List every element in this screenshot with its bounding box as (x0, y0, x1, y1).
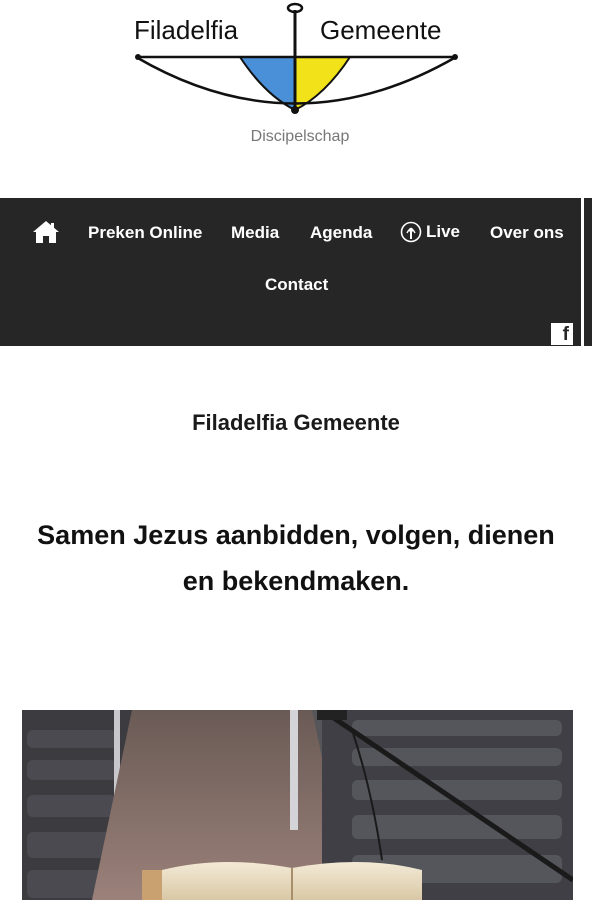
site-header: Filadelfia Gemeente Discipelschap (0, 0, 592, 198)
nav-item-over-ons[interactable]: Over ons (490, 223, 564, 243)
podcast-icon (400, 221, 422, 243)
hero-image (22, 710, 573, 900)
nav-item-label: Media (231, 223, 280, 242)
nav-item-agenda[interactable]: Agenda (310, 223, 372, 243)
site-logo[interactable]: Filadelfia Gemeente Discipelschap (130, 0, 470, 160)
scroll-edge (584, 198, 592, 346)
slogan-heading: Samen Jezus aanbidden, volgen, dienen en… (37, 520, 555, 596)
main-navigation (0, 198, 581, 346)
logo-text-right: Gemeente (320, 15, 442, 45)
nav-item-label: Live (426, 222, 461, 241)
facebook-icon[interactable]: f (551, 323, 573, 345)
nav-item-label: Contact (265, 275, 329, 294)
nav-item-label: Agenda (310, 223, 373, 242)
nav-item-label: Preken Online (88, 223, 203, 242)
nav-item-live[interactable]: Live (400, 221, 460, 243)
nav-item-preken-online[interactable]: Preken Online (88, 223, 202, 243)
nav-item-media[interactable]: Media (231, 223, 279, 243)
page-title: Filadelfia Gemeente (192, 410, 400, 435)
logo-tagline: Discipelschap (250, 128, 350, 145)
church-pulpit-bible-photo (22, 710, 573, 900)
nav-item-contact[interactable]: Contact (265, 275, 328, 295)
logo-text-left: Filadelfia (134, 15, 239, 45)
home-icon[interactable] (32, 219, 60, 245)
nav-item-label: Over ons (490, 223, 564, 242)
